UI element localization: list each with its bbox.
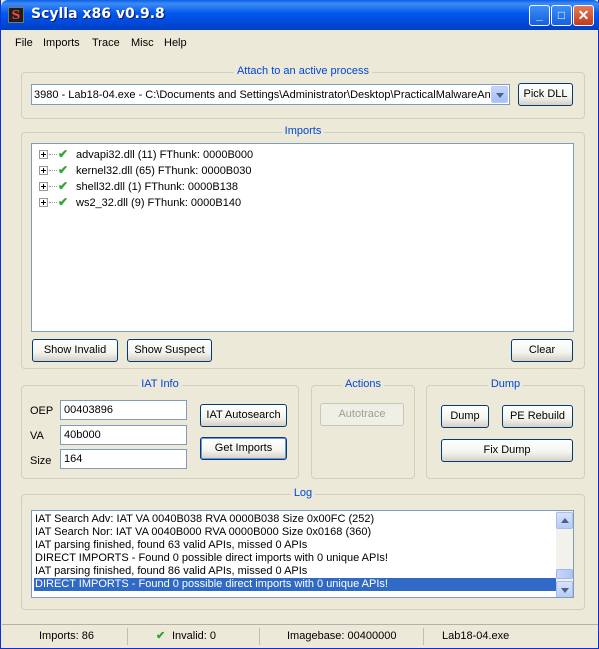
valid-check-icon: ✔ (58, 163, 69, 177)
valid-check-icon: ✔ (156, 630, 166, 642)
scroll-down-icon[interactable] (556, 581, 573, 597)
iat-info-group-title: IAT Info (138, 378, 182, 390)
show-invalid-button[interactable]: Show Invalid (32, 339, 118, 362)
log-line[interactable]: IAT Search Nor: IAT VA 0040B000 RVA 0000… (34, 526, 556, 539)
process-select-value: 3980 - Lab18-04.exe - C:\Documents and S… (34, 89, 490, 101)
status-imagebase: Imagebase: 00400000 (260, 628, 424, 645)
actions-group: Actions (311, 378, 415, 479)
expand-plus-icon[interactable] (39, 182, 48, 191)
log-line[interactable]: DIRECT IMPORTS - Found 0 possible direct… (34, 552, 556, 565)
title-bar[interactable]: S Scylla x86 v0.9.8 _ □ ✕ (1, 0, 599, 30)
menu-help[interactable]: Help (164, 37, 187, 49)
autotrace-button[interactable]: Autotrace (320, 403, 404, 426)
valid-check-icon: ✔ (58, 195, 69, 209)
valid-check-icon: ✔ (58, 147, 69, 161)
status-invalid: Invalid: 0 (172, 630, 217, 642)
menu-trace[interactable]: Trace (92, 37, 120, 49)
log-line[interactable]: IAT parsing finished, found 86 valid API… (34, 565, 556, 578)
menu-bar: File Imports Trace Misc Help (2, 33, 598, 53)
show-suspect-button[interactable]: Show Suspect (127, 339, 212, 362)
scroll-up-icon[interactable] (556, 512, 573, 529)
oep-label: OEP (30, 405, 54, 417)
va-label: VA (30, 430, 44, 442)
dump-group: Dump (426, 378, 585, 479)
dump-button[interactable]: Dump (441, 405, 489, 428)
status-module: Lab18-04.exe (442, 630, 510, 642)
status-invalid-pane: ✔ Invalid: 0 (128, 628, 260, 645)
dump-group-title: Dump (487, 378, 524, 390)
menu-misc[interactable]: Misc (131, 37, 154, 49)
imports-tree[interactable]: ✔ advapi32.dll (11) FThunk: 0000B000 ✔ k… (31, 143, 574, 332)
size-input[interactable]: 164 (60, 449, 187, 469)
process-select[interactable]: 3980 - Lab18-04.exe - C:\Documents and S… (31, 84, 510, 105)
close-button[interactable]: ✕ (573, 5, 594, 26)
dropdown-arrow-icon[interactable] (491, 86, 508, 103)
status-imports: Imports: 86 (2, 628, 128, 645)
maximize-button[interactable]: □ (551, 5, 572, 26)
minimize-button[interactable]: _ (529, 5, 550, 26)
valid-check-icon: ✔ (58, 179, 69, 193)
tree-item-label: ws2_32.dll (9) FThunk: 0000B140 (76, 197, 242, 209)
fix-dump-button[interactable]: Fix Dump (441, 439, 573, 462)
expand-plus-icon[interactable] (39, 150, 48, 159)
tree-item-label: shell32.dll (1) FThunk: 0000B138 (76, 181, 239, 193)
pe-rebuild-button[interactable]: PE Rebuild (502, 405, 573, 428)
log-line[interactable]: IAT parsing finished, found 63 valid API… (34, 539, 556, 552)
log-scrollbar[interactable] (556, 511, 573, 597)
actions-group-title: Actions (341, 378, 385, 390)
tree-item-label: kernel32.dll (65) FThunk: 0000B030 (76, 165, 252, 177)
scylla-app-icon: S (8, 7, 24, 23)
imports-group-title: Imports (281, 125, 325, 137)
log-group-title: Log (290, 487, 316, 499)
scroll-thumb[interactable] (556, 569, 573, 579)
tree-item-label: advapi32.dll (11) FThunk: 0000B000 (76, 149, 254, 161)
scylla-window: S Scylla x86 v0.9.8 _ □ ✕ File Imports T… (0, 0, 599, 649)
iat-autosearch-button[interactable]: IAT Autosearch (200, 404, 287, 427)
expand-plus-icon[interactable] (39, 198, 48, 207)
size-label: Size (30, 455, 52, 467)
pick-dll-button[interactable]: Pick DLL (518, 83, 573, 106)
log-line-selected[interactable]: DIRECT IMPORTS - Found 0 possible direct… (34, 578, 556, 591)
clear-button[interactable]: Clear (511, 339, 573, 362)
get-imports-button[interactable]: Get Imports (200, 437, 287, 460)
log-list[interactable]: IAT Search Adv: IAT VA 0040B038 RVA 0000… (31, 510, 574, 598)
va-input[interactable]: 40b000 (60, 425, 187, 445)
log-line[interactable]: IAT Search Adv: IAT VA 0040B038 RVA 0000… (34, 513, 556, 526)
menu-imports[interactable]: Imports (43, 37, 80, 49)
attach-group-title: Attach to an active process (233, 65, 373, 77)
expand-plus-icon[interactable] (39, 166, 48, 175)
status-bar: Imports: 86 ✔ Invalid: 0 Imagebase: 0040… (2, 624, 598, 646)
window-title: Scylla x86 v0.9.8 (31, 6, 165, 22)
oep-input[interactable]: 00403896 (60, 400, 187, 420)
menu-file[interactable]: File (15, 37, 33, 49)
